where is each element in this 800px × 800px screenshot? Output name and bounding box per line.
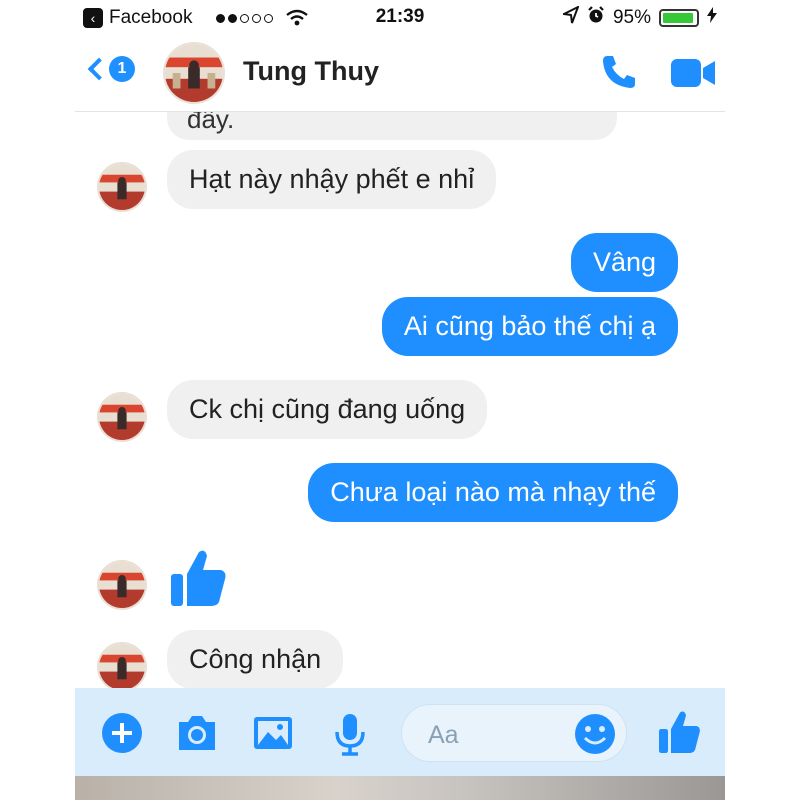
- back-button[interactable]: 1: [87, 56, 135, 82]
- message-bubble-incoming[interactable]: Ck chị cũng đang uống: [167, 380, 488, 439]
- battery-icon: [659, 9, 699, 27]
- like-sticker-icon[interactable]: [169, 546, 229, 610]
- sender-avatar: [97, 642, 147, 692]
- alarm-icon: [587, 6, 605, 30]
- message-input-placeholder: Aa: [428, 721, 459, 749]
- phone-icon: [603, 56, 635, 88]
- chevron-left-icon: [87, 57, 111, 81]
- chat-header: 1 Tung Thuy: [75, 36, 725, 112]
- battery-percent: 95%: [612, 7, 651, 28]
- status-bar: ‹ Facebook 21:39 95%: [75, 0, 725, 36]
- message-bubble-outgoing[interactable]: Chưa loại nào mà nhạy thế: [308, 463, 678, 522]
- message-bubble-outgoing[interactable]: Vâng: [570, 233, 678, 292]
- message-bubble-incoming[interactable]: Hạt này nhậy phết e nhỉ: [167, 150, 497, 209]
- camera-icon[interactable]: [175, 712, 217, 754]
- video-camera-icon: [671, 59, 715, 87]
- keyboard-preview-strip: [75, 776, 725, 800]
- messenger-screen: ‹ Facebook 21:39 95% 1 Tung Thuy đây. Hạ…: [75, 0, 725, 800]
- location-arrow-icon: [560, 4, 580, 30]
- sender-avatar: [97, 162, 147, 212]
- message-composer: Aa: [75, 688, 725, 776]
- sender-avatar: [97, 560, 147, 610]
- emoji-icon[interactable]: [573, 712, 617, 756]
- gallery-image-icon[interactable]: [251, 712, 293, 754]
- unread-count-badge: 1: [109, 56, 135, 82]
- microphone-icon[interactable]: [329, 712, 371, 756]
- voice-call-button[interactable]: [599, 52, 639, 92]
- add-plus-icon[interactable]: [101, 712, 143, 754]
- message-bubble-outgoing[interactable]: Ai cũng bảo thế chị ạ: [381, 297, 678, 356]
- video-call-button[interactable]: [669, 56, 717, 90]
- send-like-icon[interactable]: [657, 708, 703, 756]
- sender-avatar: [97, 392, 147, 442]
- contact-name[interactable]: Tung Thuy: [243, 56, 379, 87]
- message-bubble-incoming[interactable]: Công nhận: [167, 630, 344, 689]
- contact-avatar[interactable]: [163, 42, 225, 104]
- charging-icon: [707, 7, 717, 29]
